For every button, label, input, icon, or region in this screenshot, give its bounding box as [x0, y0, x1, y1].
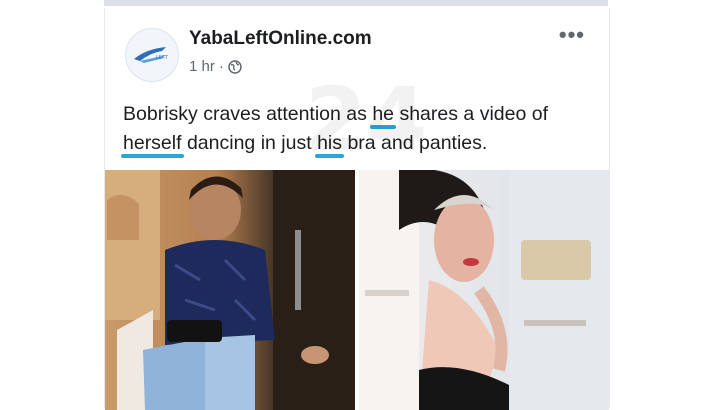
caption-word: craves	[203, 103, 261, 125]
caption-word: panties.	[419, 132, 488, 154]
page-avatar[interactable]: LEFT	[125, 28, 179, 82]
photo-grid	[105, 170, 609, 410]
selfie-person-illustration	[359, 170, 609, 410]
page-name-link[interactable]: YabaLeftOnline.com	[189, 28, 372, 50]
post-meta: 1 hr ·	[189, 58, 242, 75]
previous-post-edge	[104, 0, 608, 6]
post-timestamp[interactable]: 1 hr	[189, 58, 215, 75]
caption-word: a	[463, 103, 475, 125]
caption-word: Bobrisky	[123, 103, 198, 125]
photo-selfie-person[interactable]	[359, 170, 609, 410]
caption-word: dancing	[186, 132, 256, 154]
svg-text:LEFT: LEFT	[156, 55, 168, 61]
meta-separator: ·	[218, 58, 224, 75]
underlined-word: herself	[123, 132, 182, 154]
more-options-button[interactable]: •••	[559, 22, 585, 48]
yabaleft-logo-icon: LEFT	[134, 47, 168, 63]
faint-watermark: 24	[305, 68, 428, 171]
caption-word: of	[531, 103, 548, 125]
photo-seated-person[interactable]	[105, 170, 355, 410]
caption-word: in	[260, 132, 276, 154]
facebook-post-card: LEFT YabaLeftOnline.com 1 hr · ••• Bobri…	[104, 8, 610, 410]
caption-word: video	[479, 103, 527, 125]
globe-icon	[228, 59, 242, 74]
seated-person-illustration	[105, 170, 355, 410]
